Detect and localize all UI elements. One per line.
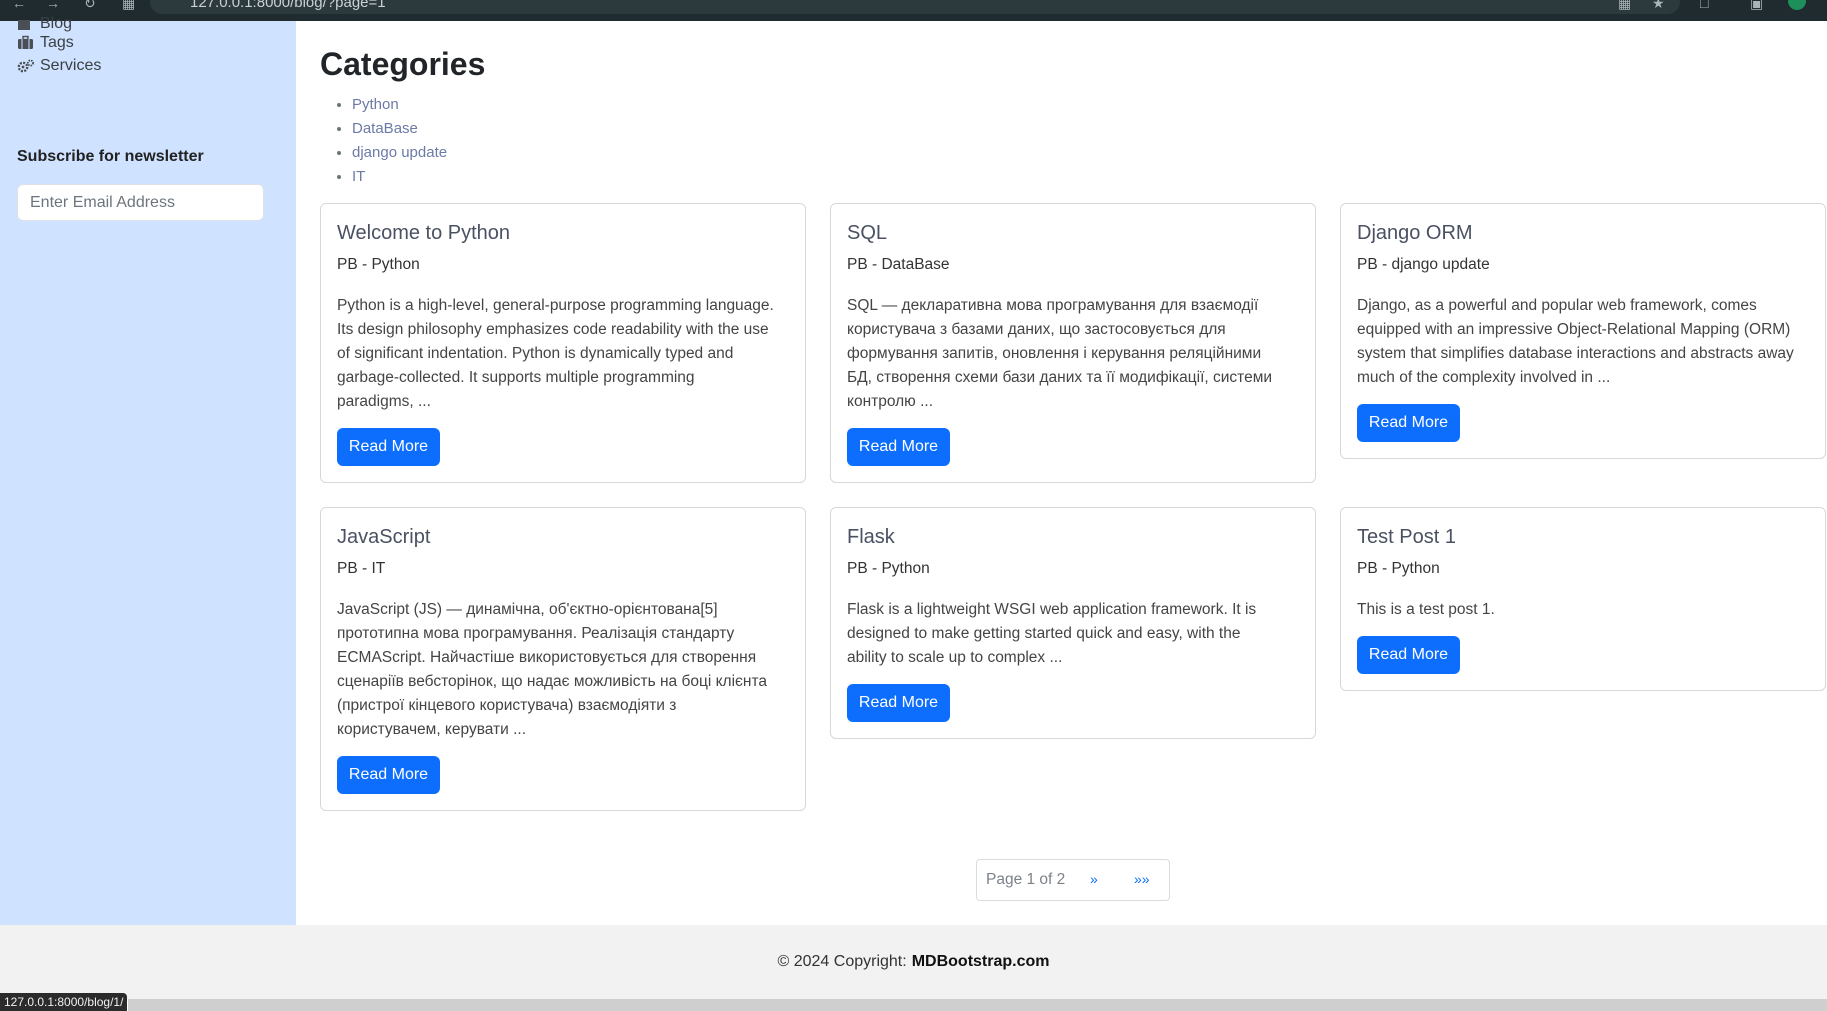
excerpt-line: much of the complexity involved in ... — [1357, 369, 1611, 386]
excerpt-line: This is a test post 1. — [1357, 601, 1495, 618]
category-link-it[interactable]: IT — [352, 168, 365, 185]
category-item[interactable]: DataBase — [352, 117, 447, 141]
read-more-button[interactable]: Read More — [1357, 404, 1460, 442]
excerpt-line: формування запитів, оновлення і керуванн… — [847, 345, 1262, 362]
excerpt-line: JavaScript (JS) — динамічна, об'єктно-ор… — [337, 601, 718, 618]
read-more-button[interactable]: Read More — [847, 684, 950, 722]
page-info: Page 1 of 2 — [986, 871, 1066, 888]
category-item[interactable]: IT — [352, 165, 447, 189]
read-more-button[interactable]: Read More — [847, 428, 950, 466]
profile-avatar[interactable] — [1788, 0, 1806, 10]
post-excerpt: Flask is a lightweight WSGI web applicat… — [847, 598, 1307, 670]
post-card: SQL PB - DataBase SQL — декларативна мов… — [830, 203, 1316, 483]
excerpt-line: paradigms, ... — [337, 393, 431, 410]
page-title: Categories — [320, 46, 486, 82]
excerpt-line: Python is a high-level, general-purpose … — [337, 297, 774, 314]
excerpt-line: (пристрої кінцевого користувача) взаємод… — [337, 697, 677, 714]
post-meta: PB - Python — [337, 256, 420, 273]
back-icon[interactable]: ← — [12, 0, 26, 11]
excerpt-line: garbage-collected. It supports multiple … — [337, 369, 695, 386]
status-url-tooltip: 127.0.0.1:8000/blog/1/ — [0, 993, 128, 1011]
reload-icon[interactable]: ↻ — [84, 0, 96, 12]
post-excerpt: Django, as a powerful and popular web fr… — [1357, 294, 1817, 390]
sidebar-item-blog[interactable]: Blog — [17, 15, 72, 33]
category-link-python[interactable]: Python — [352, 96, 399, 113]
read-more-button[interactable]: Read More — [337, 756, 440, 794]
newsletter-title: Subscribe for newsletter — [17, 148, 204, 165]
post-meta: PB - DataBase — [847, 256, 950, 273]
excerpt-line: Flask is a lightweight WSGI web applicat… — [847, 601, 1257, 618]
excerpt-line: equipped with an impressive Object-Relat… — [1357, 321, 1791, 338]
post-card: Flask PB - Python Flask is a lightweight… — [830, 507, 1316, 739]
category-link-django-update[interactable]: django update — [352, 144, 447, 161]
post-card: Test Post 1 PB - Python This is a test p… — [1340, 507, 1826, 691]
excerpt-line: контролю ... — [847, 393, 934, 410]
excerpt-line: сценаріїв вебсторінок, що надає можливіс… — [337, 673, 768, 690]
post-meta: PB - django update — [1357, 256, 1490, 273]
post-excerpt: This is a test post 1. — [1357, 598, 1817, 622]
read-more-button[interactable]: Read More — [1357, 636, 1460, 674]
excerpt-line: of significant indentation. Python is dy… — [337, 345, 734, 362]
apps-icon[interactable]: ▦ — [122, 0, 135, 12]
post-title: SQL — [847, 222, 888, 244]
excerpt-line: ability to scale up to complex ... — [847, 649, 1063, 666]
briefcase-icon — [18, 35, 33, 49]
footer: © 2024 Copyright: MDBootstrap.com — [0, 925, 1827, 999]
excerpt-line: SQL — декларативна мова програмування дл… — [847, 297, 1259, 314]
post-title: Welcome to Python — [337, 222, 511, 244]
post-title: Test Post 1 — [1357, 526, 1456, 548]
sidebar-item-label: Blog — [40, 15, 73, 32]
email-field[interactable] — [17, 184, 264, 221]
excerpt-line: Django, as a powerful and popular web fr… — [1357, 297, 1757, 314]
excerpt-line: Its design philosophy emphasizes code re… — [337, 321, 769, 338]
post-title: JavaScript — [337, 526, 431, 548]
post-card: JavaScript PB - IT JavaScript (JS) — дин… — [320, 507, 806, 811]
post-meta: PB - Python — [847, 560, 930, 577]
excerpt-line: користувача з базами даних, що застосову… — [847, 321, 1226, 338]
sidebar-item-tags[interactable]: Tags — [17, 34, 74, 52]
window-icon[interactable]: ▣ — [1750, 0, 1763, 12]
excerpt-line: ECMAScript. Найчастіше використовується … — [337, 649, 757, 666]
forward-icon[interactable]: → — [46, 0, 60, 11]
sidebar-item-services[interactable]: Services — [17, 57, 101, 75]
category-list: Python DataBase django update IT — [352, 93, 447, 189]
browser-toolbar: ← → ↻ ▦ 127.0.0.1:8000/blog/?page=1 ▦ ★ … — [0, 0, 1827, 21]
last-page-link[interactable]: »» — [1134, 871, 1150, 887]
category-link-database[interactable]: DataBase — [352, 120, 418, 137]
post-excerpt: Python is a high-level, general-purpose … — [337, 294, 797, 414]
main-content: Categories Python DataBase django update… — [296, 21, 1827, 925]
sidebar: Blog Tags Services Subscribe for newslet… — [0, 15, 296, 925]
post-excerpt: SQL — декларативна мова програмування дл… — [847, 294, 1307, 414]
post-excerpt: JavaScript (JS) — динамічна, об'єктно-ор… — [337, 598, 797, 742]
pagination: Page 1 of 2 » »» — [976, 859, 1170, 901]
excerpt-line: system that simplifies database interact… — [1357, 345, 1794, 362]
post-title: Flask — [847, 526, 895, 548]
horizontal-scrollbar[interactable] — [128, 999, 1827, 1011]
post-title: Django ORM — [1357, 222, 1473, 244]
copyright-text: © 2024 Copyright: — [777, 953, 907, 970]
post-meta: PB - Python — [1357, 560, 1440, 577]
bookmark-star-icon[interactable]: ★ — [1652, 0, 1665, 12]
excerpt-line: прототипна мова програмування. Реалізаці… — [337, 625, 735, 642]
post-card: Django ORM PB - django update Django, as… — [1340, 203, 1826, 459]
extensions-icon[interactable]: □ — [1700, 0, 1708, 11]
blog-icon — [18, 20, 30, 30]
address-bar-text[interactable]: 127.0.0.1:8000/blog/?page=1 — [190, 0, 386, 11]
translate-icon[interactable]: ▦ — [1618, 0, 1631, 12]
excerpt-line: БД, створення схеми бази даних та її мод… — [847, 369, 1273, 386]
read-more-button[interactable]: Read More — [337, 428, 440, 466]
category-item[interactable]: Python — [352, 93, 447, 117]
excerpt-line: користувачем, керувати ... — [337, 721, 527, 738]
post-meta: PB - IT — [337, 560, 386, 577]
excerpt-line: designed to make getting started quick a… — [847, 625, 1241, 642]
category-item[interactable]: django update — [352, 141, 447, 165]
sidebar-item-label: Tags — [40, 34, 74, 51]
next-page-link[interactable]: » — [1090, 871, 1098, 887]
footer-brand-link[interactable]: MDBootstrap.com — [912, 953, 1050, 971]
gears-icon — [17, 59, 34, 73]
post-card: Welcome to Python PB - Python Python is … — [320, 203, 806, 483]
sidebar-item-label: Services — [40, 57, 102, 74]
